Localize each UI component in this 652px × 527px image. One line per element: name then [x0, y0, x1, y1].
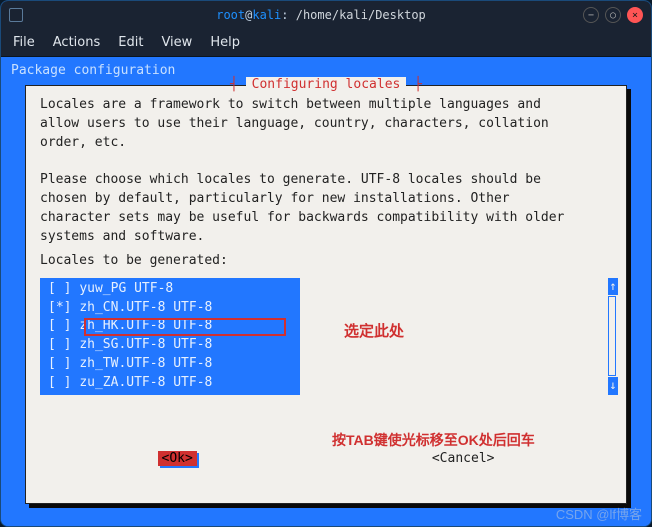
- dialog-title: ┤ Configuring locales ├: [26, 77, 626, 92]
- annotation-tab-hint: 按TAB键使光标移至OK处后回车: [332, 430, 535, 450]
- scroll-up-icon[interactable]: ↑: [608, 278, 618, 295]
- list-item[interactable]: [ ] yuw_PG UTF-8: [40, 280, 300, 299]
- ok-button[interactable]: <Ok>: [158, 451, 197, 466]
- window-title: root@kali: /home/kali/Desktop: [69, 8, 573, 22]
- title-user: root: [216, 8, 245, 22]
- configure-locales-dialog: ┤ Configuring locales ├ Locales are a fr…: [25, 85, 627, 504]
- scrollbar[interactable]: ↑ ↓: [608, 278, 618, 395]
- terminal-area: Package configuration ┤ Configuring loca…: [1, 57, 651, 527]
- app-icon: [9, 8, 23, 22]
- title-host: kali: [252, 8, 281, 22]
- cancel-button[interactable]: <Cancel>: [432, 451, 495, 466]
- menu-actions[interactable]: Actions: [53, 35, 101, 50]
- menu-edit[interactable]: Edit: [118, 35, 143, 50]
- menubar: File Actions Edit View Help: [1, 29, 651, 57]
- list-item[interactable]: [ ] zh_SG.UTF-8 UTF-8: [40, 336, 300, 355]
- titlebar: root@kali: /home/kali/Desktop − ○ ×: [1, 1, 651, 29]
- list-item[interactable]: [ ] zh_TW.UTF-8 UTF-8: [40, 355, 300, 374]
- close-button[interactable]: ×: [627, 7, 643, 23]
- maximize-button[interactable]: ○: [605, 7, 621, 23]
- menu-file[interactable]: File: [13, 35, 35, 50]
- list-item[interactable]: [ ] zu_ZA.UTF-8 UTF-8: [40, 374, 300, 393]
- scroll-thumb[interactable]: [608, 296, 616, 376]
- locale-listbox[interactable]: [ ] yuw_PG UTF-8 [*] zh_CN.UTF-8 UTF-8 […: [40, 278, 300, 395]
- list-item[interactable]: [ ] zh_HK.UTF-8 UTF-8: [40, 317, 300, 336]
- scroll-down-icon[interactable]: ↓: [608, 377, 618, 394]
- title-path: /home/kali/Desktop: [296, 8, 426, 22]
- dialog-button-row: <Ok> <Cancel>: [40, 451, 612, 466]
- menu-help[interactable]: Help: [210, 35, 240, 50]
- watermark: CSDN @lf博客: [556, 504, 642, 523]
- minimize-button[interactable]: −: [583, 7, 599, 23]
- list-item[interactable]: [*] zh_CN.UTF-8 UTF-8: [40, 299, 300, 318]
- dialog-prompt: Locales to be generated:: [40, 253, 612, 268]
- app-window: root@kali: /home/kali/Desktop − ○ × File…: [0, 0, 652, 527]
- dialog-description: Locales are a framework to switch betwee…: [40, 96, 612, 247]
- annotation-select-here: 选定此处: [344, 320, 404, 341]
- menu-view[interactable]: View: [161, 35, 192, 50]
